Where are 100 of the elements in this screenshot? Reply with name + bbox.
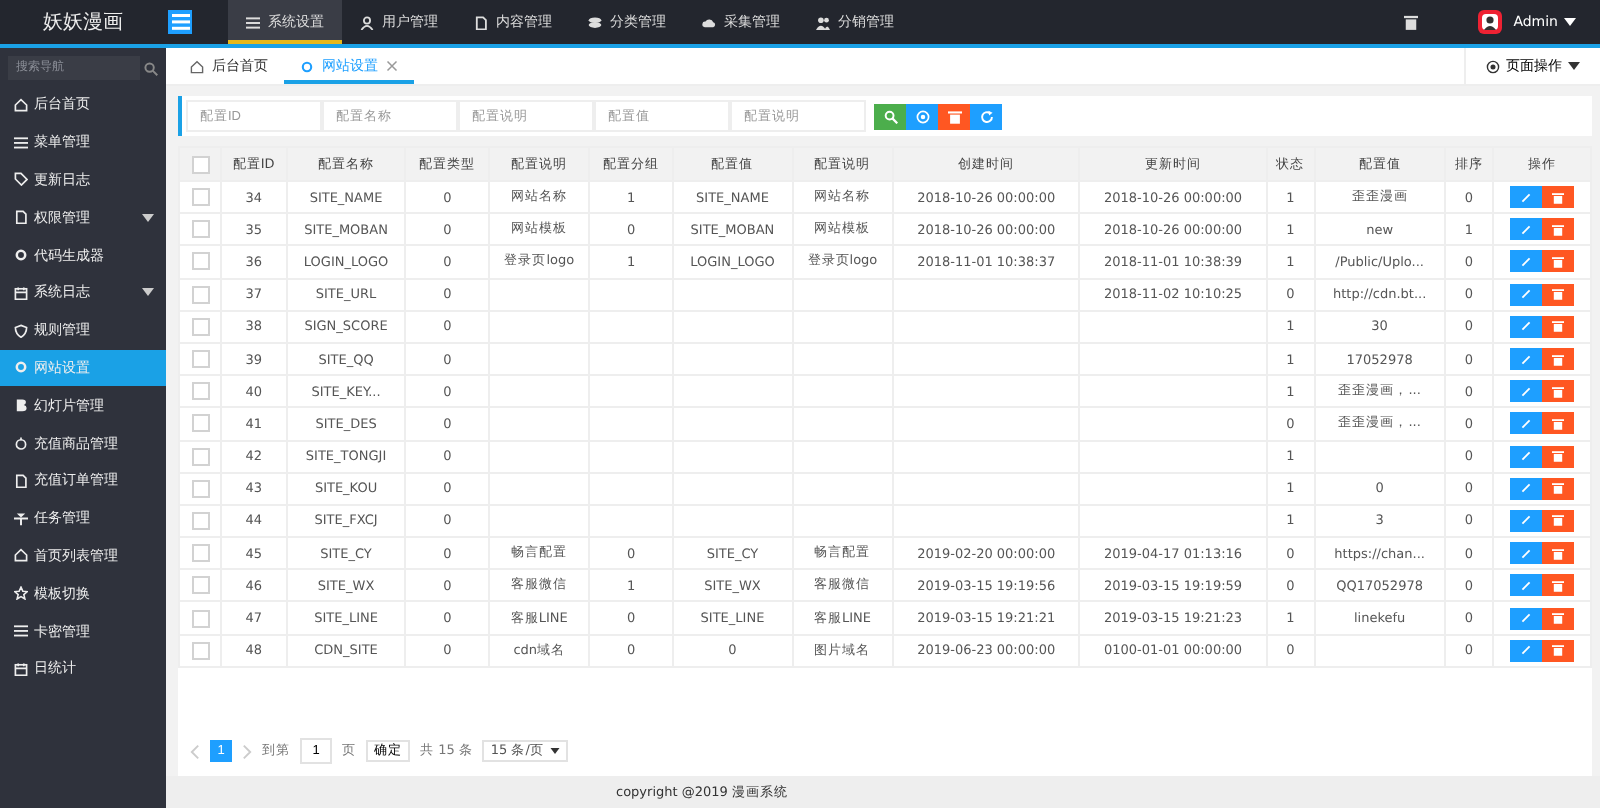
checkbox[interactable] <box>191 155 209 173</box>
edit-button[interactable] <box>1510 607 1542 630</box>
home-icon <box>14 97 28 112</box>
delete-button[interactable] <box>1542 445 1574 468</box>
edit-button[interactable] <box>1510 509 1542 532</box>
checkbox[interactable] <box>191 511 209 530</box>
cloud-icon <box>702 15 716 29</box>
delete-button[interactable] <box>1542 477 1574 500</box>
refresh-button[interactable] <box>970 103 1002 129</box>
avatar-icon[interactable] <box>1477 10 1502 34</box>
checkbox[interactable] <box>191 479 209 498</box>
delete-button[interactable] <box>1542 315 1574 338</box>
menu-icon <box>14 135 28 150</box>
search-button[interactable] <box>874 103 906 129</box>
edit-button[interactable] <box>1510 574 1542 597</box>
logo-text: 妖妖漫画 <box>41 10 125 38</box>
trash-icon <box>1552 385 1564 398</box>
trash-icon <box>1552 353 1564 366</box>
trash-icon <box>1552 191 1564 204</box>
checkbox[interactable] <box>191 641 209 660</box>
trash-icon <box>1552 255 1564 268</box>
pencil-icon <box>1520 353 1532 366</box>
delete-button[interactable] <box>1542 574 1574 597</box>
trash-icon <box>1552 547 1564 560</box>
checkbox[interactable] <box>191 609 209 628</box>
star-icon <box>14 586 28 601</box>
edit-button[interactable] <box>1510 542 1542 565</box>
home-icon <box>14 548 28 563</box>
refresh-icon <box>979 109 993 123</box>
add-button[interactable] <box>906 103 938 129</box>
caret-icon <box>142 288 154 297</box>
edit-button[interactable] <box>1510 639 1542 662</box>
delete-button[interactable] <box>1542 348 1574 371</box>
delete-button[interactable] <box>1542 218 1574 241</box>
pencil-icon <box>1520 547 1532 560</box>
checkbox[interactable] <box>191 285 209 304</box>
edit-button[interactable] <box>1510 218 1542 241</box>
checkbox[interactable] <box>191 220 209 239</box>
delete-button[interactable] <box>1542 412 1574 435</box>
menu-icon[interactable] <box>168 10 192 34</box>
edit-button[interactable] <box>1510 250 1542 273</box>
checkbox[interactable] <box>191 188 209 207</box>
caret-icon <box>549 748 560 754</box>
checkbox[interactable] <box>191 544 209 563</box>
edit-button[interactable] <box>1510 186 1542 209</box>
delete-button[interactable] <box>1542 186 1574 209</box>
close-icon[interactable] <box>386 60 398 72</box>
delete-button[interactable] <box>1542 283 1574 306</box>
caret-icon <box>1564 18 1576 26</box>
home-icon <box>190 59 204 73</box>
trash-icon <box>1552 417 1564 430</box>
pencil-icon <box>1520 417 1532 430</box>
trash-icon <box>1552 579 1564 592</box>
pencil-icon <box>1520 385 1532 398</box>
pencil-icon <box>1520 612 1532 625</box>
delete-button[interactable] <box>938 103 970 129</box>
edit-button[interactable] <box>1510 348 1542 371</box>
checkbox[interactable] <box>191 576 209 595</box>
edit-button[interactable] <box>1510 445 1542 468</box>
pencil-icon <box>1520 288 1532 301</box>
delete-button[interactable] <box>1542 607 1574 630</box>
delete-icon <box>947 109 961 123</box>
pencil-icon <box>1520 579 1532 592</box>
delete-button[interactable] <box>1542 509 1574 532</box>
calendar-icon <box>14 285 28 300</box>
delete-button[interactable] <box>1542 380 1574 403</box>
trash-icon <box>1552 320 1564 333</box>
user-icon <box>360 15 374 29</box>
checkbox[interactable] <box>191 317 209 336</box>
document-icon <box>474 15 488 29</box>
delete-button[interactable] <box>1542 250 1574 273</box>
edit-button[interactable] <box>1510 412 1542 435</box>
checkbox[interactable] <box>191 252 209 271</box>
menu-icon <box>246 15 260 29</box>
add-icon <box>915 109 929 123</box>
search-icon <box>883 109 897 123</box>
tag-icon <box>14 172 28 187</box>
edit-button[interactable] <box>1510 283 1542 306</box>
search-icon <box>144 61 158 75</box>
trash-icon <box>1552 450 1564 463</box>
checkbox[interactable] <box>191 414 209 433</box>
previous-icon[interactable] <box>190 743 200 759</box>
checkbox[interactable] <box>191 350 209 369</box>
next-icon[interactable] <box>242 743 252 759</box>
checkbox[interactable] <box>191 382 209 401</box>
pencil-icon <box>1520 191 1532 204</box>
delete-button[interactable] <box>1542 542 1574 565</box>
pencil-icon <box>1520 482 1532 495</box>
trash-icon[interactable] <box>1403 14 1418 30</box>
edit-button[interactable] <box>1510 315 1542 338</box>
edit-button[interactable] <box>1510 380 1542 403</box>
document-icon <box>14 210 28 225</box>
caret-icon <box>142 213 154 222</box>
checkbox[interactable] <box>191 447 209 466</box>
pencil-icon <box>1520 514 1532 527</box>
edit-button[interactable] <box>1510 477 1542 500</box>
document-icon <box>14 473 28 488</box>
pencil-icon <box>1520 644 1532 657</box>
trash-icon <box>1552 482 1564 495</box>
delete-button[interactable] <box>1542 639 1574 662</box>
